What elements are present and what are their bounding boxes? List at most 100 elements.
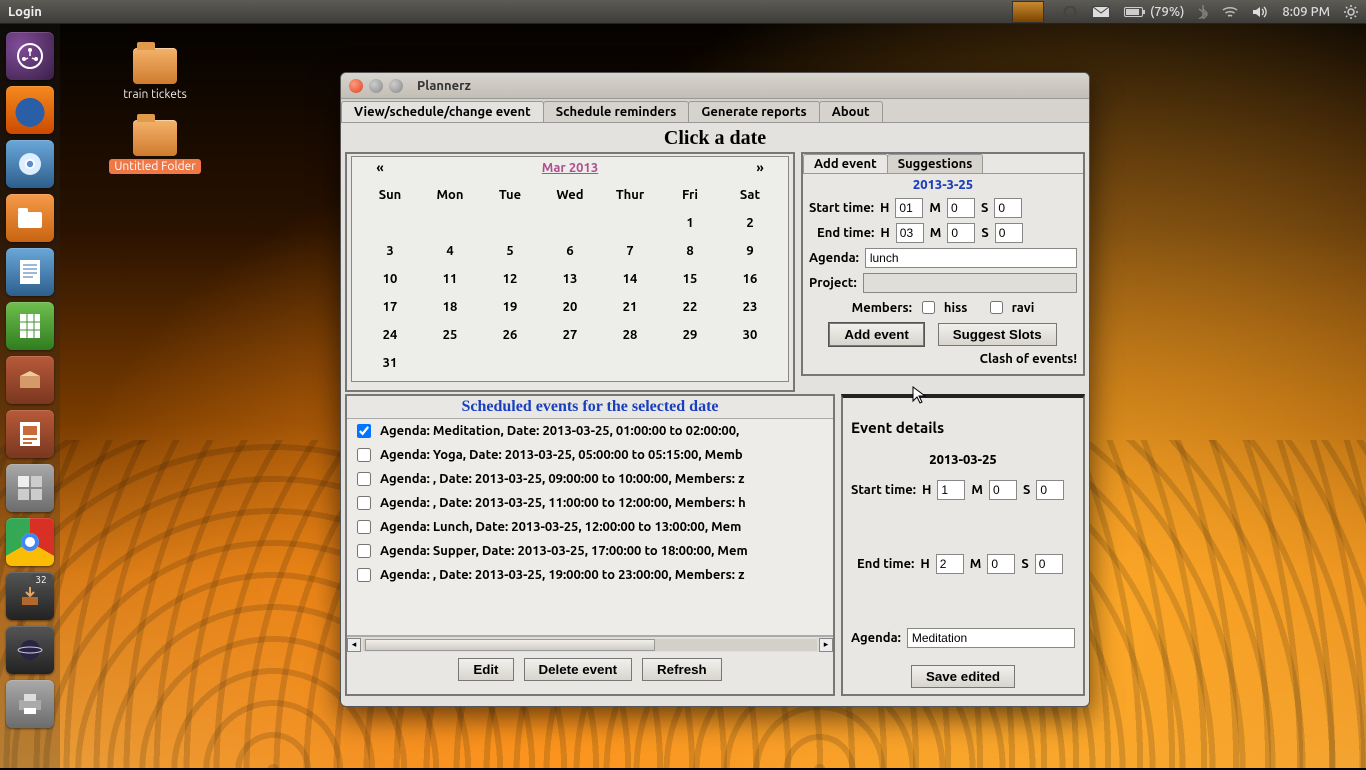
chrome-icon[interactable] [6, 518, 54, 566]
details-start-s[interactable] [1036, 480, 1064, 500]
minimize-icon[interactable] [369, 79, 383, 93]
end-m-input[interactable] [947, 223, 975, 243]
details-start-m[interactable] [989, 480, 1017, 500]
tab-reminders[interactable]: Schedule reminders [543, 101, 690, 122]
cal-day[interactable]: 9 [720, 237, 780, 265]
event-checkbox[interactable] [357, 424, 371, 438]
network-icon[interactable] [1222, 6, 1238, 18]
files-icon[interactable] [6, 194, 54, 242]
refresh-button[interactable]: Refresh [642, 658, 722, 681]
tab-about[interactable]: About [819, 101, 883, 122]
battery-indicator[interactable]: (79%) [1124, 5, 1184, 19]
session-gear-icon[interactable] [1344, 5, 1358, 19]
cal-day[interactable]: 3 [360, 237, 420, 265]
cal-day[interactable]: 25 [420, 321, 480, 349]
cal-day[interactable]: 28 [600, 321, 660, 349]
sound-icon[interactable] [1252, 6, 1268, 18]
member-ravi-checkbox[interactable] [990, 301, 1003, 314]
end-s-input[interactable] [995, 223, 1023, 243]
cal-day[interactable]: 14 [600, 265, 660, 293]
firefox-icon[interactable] [6, 86, 54, 134]
start-m-input[interactable] [947, 198, 975, 218]
add-event-button[interactable]: Add event [829, 323, 923, 346]
cal-day[interactable]: 29 [660, 321, 720, 349]
details-start-h[interactable] [937, 480, 965, 500]
mail-icon[interactable] [1092, 6, 1110, 18]
cal-day[interactable]: 2 [720, 209, 780, 237]
subtab-suggestions[interactable]: Suggestions [887, 154, 984, 173]
details-agenda-input[interactable] [907, 628, 1075, 648]
project-input[interactable] [863, 273, 1077, 293]
event-item[interactable]: Agenda: Lunch, Date: 2013-03-25, 12:00:0… [347, 515, 833, 539]
cal-day[interactable]: 20 [540, 293, 600, 321]
cal-day[interactable]: 24 [360, 321, 420, 349]
tab-reports[interactable]: Generate reports [688, 101, 819, 122]
workspace-switcher-icon[interactable] [6, 464, 54, 512]
agenda-input[interactable] [865, 248, 1077, 268]
bluetooth-icon[interactable] [1198, 5, 1208, 19]
cal-day[interactable]: 12 [480, 265, 540, 293]
event-item[interactable]: Agenda: , Date: 2013-03-25, 09:00:00 to … [347, 467, 833, 491]
writer-icon[interactable] [6, 248, 54, 296]
scroll-track[interactable] [363, 639, 817, 651]
cal-day[interactable]: 1 [660, 209, 720, 237]
dash-home-icon[interactable] [6, 32, 54, 80]
event-item[interactable]: Agenda: Meditation, Date: 2013-03-25, 01… [347, 419, 833, 443]
updates-icon[interactable]: 32 [6, 572, 54, 620]
cal-day[interactable]: 31 [360, 349, 420, 377]
software-center-icon[interactable] [6, 356, 54, 404]
event-checkbox[interactable] [357, 472, 371, 486]
member-hiss-checkbox[interactable] [922, 301, 935, 314]
event-item[interactable]: Agenda: , Date: 2013-03-25, 11:00:00 to … [347, 491, 833, 515]
event-item[interactable]: Agenda: Yoga, Date: 2013-03-25, 05:00:00… [347, 443, 833, 467]
scroll-right-icon[interactable]: ▸ [819, 638, 833, 652]
suggest-slots-button[interactable]: Suggest Slots [938, 323, 1057, 346]
impress-icon[interactable] [6, 410, 54, 458]
printer-icon[interactable] [6, 680, 54, 728]
event-checkbox[interactable] [357, 520, 371, 534]
tray-thumbnail[interactable] [1012, 1, 1048, 23]
subtab-add-event[interactable]: Add event [803, 154, 888, 173]
desktop-folder-train-tickets[interactable]: train tickets [100, 48, 210, 101]
cal-day[interactable]: 13 [540, 265, 600, 293]
delete-event-button[interactable]: Delete event [524, 658, 633, 681]
start-s-input[interactable] [994, 198, 1022, 218]
maximize-icon[interactable] [389, 79, 403, 93]
calendar-prev[interactable]: « [360, 161, 400, 175]
cal-day[interactable]: 30 [720, 321, 780, 349]
end-h-input[interactable] [896, 223, 924, 243]
event-checkbox[interactable] [357, 544, 371, 558]
cal-day[interactable]: 27 [540, 321, 600, 349]
cal-day[interactable]: 18 [420, 293, 480, 321]
tab-view-schedule[interactable]: View/schedule/change event [341, 101, 544, 122]
cal-day[interactable]: 5 [480, 237, 540, 265]
cal-day[interactable]: 4 [420, 237, 480, 265]
cal-day[interactable]: 22 [660, 293, 720, 321]
eclipse-icon[interactable] [6, 626, 54, 674]
event-checkbox[interactable] [357, 448, 371, 462]
cal-day[interactable]: 10 [360, 265, 420, 293]
event-checkbox[interactable] [357, 568, 371, 582]
cal-day[interactable]: 8 [660, 237, 720, 265]
messaging-menu-icon[interactable] [1062, 6, 1078, 18]
cal-day[interactable]: 6 [540, 237, 600, 265]
save-edited-button[interactable]: Save edited [911, 665, 1015, 688]
cal-day[interactable]: 15 [660, 265, 720, 293]
details-end-m[interactable] [987, 554, 1015, 574]
event-item[interactable]: Agenda: , Date: 2013-03-25, 19:00:00 to … [347, 563, 833, 587]
cal-day[interactable]: 7 [600, 237, 660, 265]
clock[interactable]: 8:09 PM [1282, 5, 1330, 19]
desktop-folder-untitled[interactable]: Untitled Folder [100, 120, 210, 173]
scroll-left-icon[interactable]: ◂ [347, 638, 361, 652]
titlebar[interactable]: Plannerz [341, 73, 1089, 99]
event-checkbox[interactable] [357, 496, 371, 510]
cal-day[interactable]: 16 [720, 265, 780, 293]
events-horizontal-scrollbar[interactable]: ◂ ▸ [347, 636, 833, 652]
event-item[interactable]: Agenda: Supper, Date: 2013-03-25, 17:00:… [347, 539, 833, 563]
cal-day[interactable]: 11 [420, 265, 480, 293]
cal-day[interactable]: 21 [600, 293, 660, 321]
calendar-month-label[interactable]: Mar 2013 [400, 161, 740, 175]
cal-day[interactable]: 23 [720, 293, 780, 321]
cal-day[interactable]: 17 [360, 293, 420, 321]
scroll-thumb[interactable] [365, 639, 655, 651]
